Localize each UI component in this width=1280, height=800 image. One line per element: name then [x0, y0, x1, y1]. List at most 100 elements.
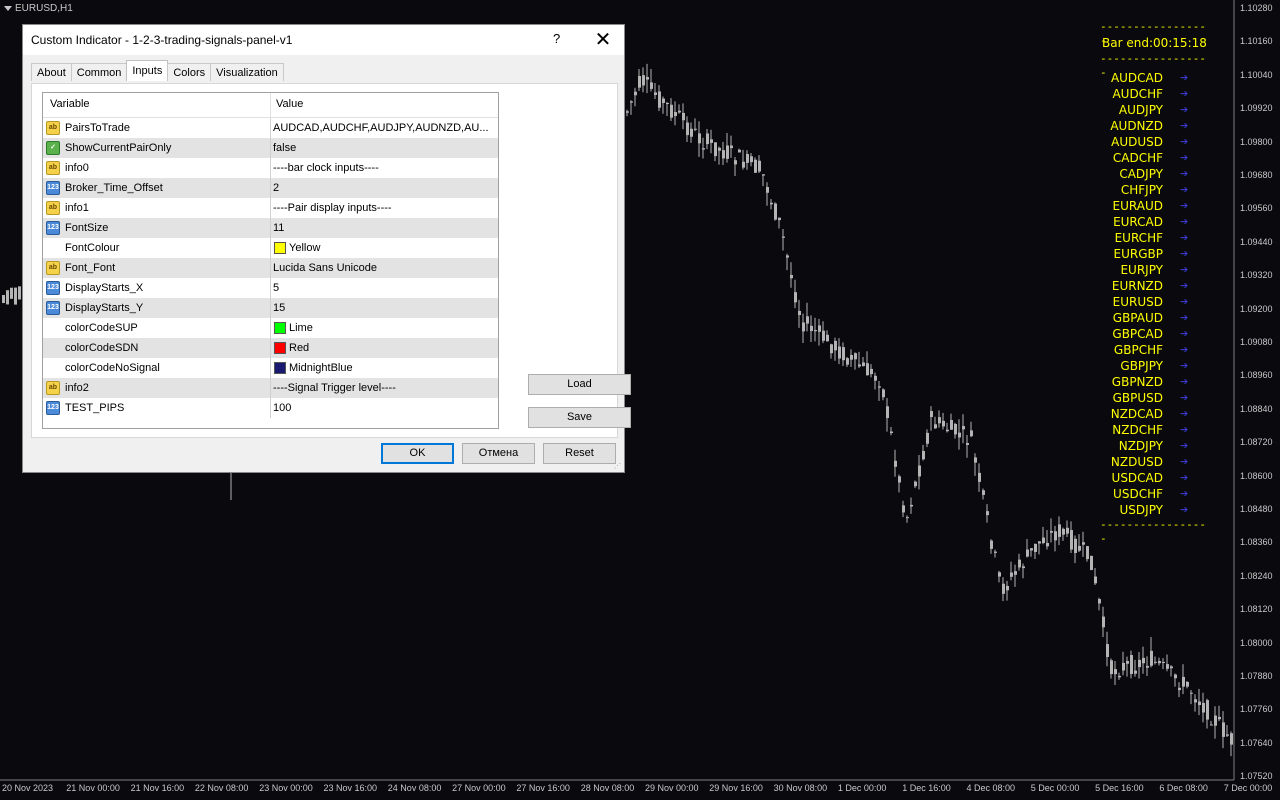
input-row-fontsize[interactable]: 123 FontSize 11: [43, 218, 498, 238]
signal-arrow-icon: ➔: [1180, 246, 1189, 262]
resize-grip-icon[interactable]: ⋰: [614, 462, 622, 470]
candle-body: [1206, 700, 1209, 720]
variable-value[interactable]: ----bar clock inputs----: [273, 162, 379, 174]
variable-value[interactable]: 100: [273, 402, 291, 414]
panel-separator-mid: -----------------: [1100, 52, 1206, 79]
input-row-displaystarts-x[interactable]: 123 DisplayStarts_X 5: [43, 278, 498, 298]
candle-body: [1166, 664, 1169, 669]
candle-body: [782, 236, 785, 238]
input-row-fontcolour[interactable]: FontColour Yellow: [43, 238, 498, 258]
signal-arrow-icon: ➔: [1180, 262, 1189, 278]
candle-body: [1154, 661, 1157, 663]
pair-name: GBPCAD: [1112, 327, 1163, 341]
time-tick-label: 1 Dec 00:00: [837, 783, 887, 793]
ok-button[interactable]: OK: [381, 443, 454, 464]
input-row-colorcodesup[interactable]: colorCodeSUP Lime: [43, 318, 498, 338]
inputs-tab-panel: Variable Value ab PairsToTrade AUDCAD,AUDC…: [31, 83, 631, 438]
candle-body: [810, 325, 813, 332]
tab-inputs[interactable]: Inputs: [126, 60, 169, 81]
tab-about[interactable]: About: [31, 63, 72, 81]
candle-body: [730, 145, 733, 149]
candle-body: [1074, 538, 1077, 553]
input-row-info2[interactable]: ab info2 ----Signal Trigger level----: [43, 378, 498, 398]
variable-value[interactable]: false: [273, 142, 296, 154]
variable-name: FontColour: [65, 242, 120, 254]
color-swatch[interactable]: [274, 322, 286, 334]
candle-body: [878, 386, 881, 388]
variable-value[interactable]: 5: [273, 282, 279, 294]
input-row-colorcodenosignal[interactable]: colorCodeNoSignal MidnightBlue: [43, 358, 498, 378]
candle-body: [894, 460, 897, 467]
variable-value[interactable]: Red: [289, 342, 309, 354]
pair-name: CADCHF: [1112, 151, 1163, 165]
dialog-title-bar[interactable]: Custom Indicator - 1-2-3-trading-signals…: [23, 25, 624, 55]
signal-arrow-icon: ➔: [1180, 406, 1189, 422]
variable-value[interactable]: ----Signal Trigger level----: [273, 382, 396, 394]
column-header-value[interactable]: Value: [276, 98, 303, 110]
candle-body: [1174, 674, 1177, 679]
candle-body: [986, 511, 989, 516]
pair-name: AUDCHF: [1112, 87, 1163, 101]
tab-colors[interactable]: Colors: [167, 63, 212, 81]
color-type-icon: [46, 241, 60, 255]
variable-value[interactable]: 2: [273, 182, 279, 194]
variable-value[interactable]: 15: [273, 302, 285, 314]
candle-body: [738, 149, 741, 153]
input-row-colorcodesdn[interactable]: colorCodeSDN Red: [43, 338, 498, 358]
pair-row: CADCHF ➔: [1100, 150, 1210, 166]
input-row-font-font[interactable]: ab Font_Font Lucida Sans Unicode: [43, 258, 498, 278]
input-row-pairstotrade[interactable]: ab PairsToTrade AUDCAD,AUDCHF,AUDJPY,AUDNZ…: [43, 118, 498, 138]
close-icon[interactable]: ✕: [593, 27, 613, 52]
input-row-info0[interactable]: ab info0 ----bar clock inputs----: [43, 158, 498, 178]
variable-value[interactable]: Lime: [289, 322, 313, 334]
input-row-test-pips[interactable]: 123 TEST_PIPS 100: [43, 398, 498, 418]
color-type-icon: [46, 321, 60, 335]
price-tick-label: 1.10280: [1240, 3, 1273, 13]
pair-row: EURNZD ➔: [1100, 278, 1210, 294]
tab-common[interactable]: Common: [70, 63, 128, 81]
variable-value[interactable]: ----Pair display inputs----: [273, 202, 392, 214]
candle-body: [1186, 681, 1189, 687]
input-row-showcurrentpaironly[interactable]: ✓ ShowCurrentPairOnly false: [43, 138, 498, 158]
candle-body: [702, 148, 705, 150]
header-divider[interactable]: [270, 93, 271, 117]
column-header-variable[interactable]: Variable: [50, 98, 90, 110]
column-divider: [270, 158, 271, 178]
tab-visualization[interactable]: Visualization: [210, 63, 284, 81]
variable-value[interactable]: Lucida Sans Unicode: [273, 262, 377, 274]
load-button[interactable]: Load: [528, 374, 631, 395]
variable-name: FontSize: [65, 222, 109, 234]
signal-arrow-icon: ➔: [1180, 502, 1189, 518]
candle-body: [1086, 546, 1089, 560]
signal-arrow-icon: ➔: [1180, 134, 1189, 150]
pair-name: EURCAD: [1113, 215, 1163, 229]
candle-body: [1026, 549, 1029, 557]
input-row-info1[interactable]: ab info1 ----Pair display inputs----: [43, 198, 498, 218]
variable-value[interactable]: MidnightBlue: [289, 362, 353, 374]
pair-name: AUDUSD: [1111, 135, 1163, 149]
pair-row: CHFJPY ➔: [1100, 182, 1210, 198]
help-button[interactable]: ?: [553, 31, 560, 46]
variable-value[interactable]: Yellow: [289, 242, 320, 254]
string-type-icon: ab: [46, 261, 60, 275]
price-tick-label: 1.09680: [1240, 170, 1273, 180]
reset-button[interactable]: Reset: [543, 443, 616, 464]
variable-value[interactable]: AUDCAD,AUDCHF,AUDJPY,AUDNZD,AU...: [273, 122, 489, 134]
color-swatch[interactable]: [274, 242, 286, 254]
price-tick-label: 1.08120: [1240, 604, 1273, 615]
variable-name: ShowCurrentPairOnly: [65, 142, 172, 154]
color-swatch[interactable]: [274, 362, 286, 374]
input-row-displaystarts-y[interactable]: 123 DisplayStarts_Y 15: [43, 298, 498, 318]
chart-menu-triangle-icon[interactable]: [4, 6, 12, 11]
cancel-button[interactable]: Отмена: [462, 443, 535, 464]
variable-value[interactable]: 11: [273, 222, 284, 234]
price-tick-label: 1.08960: [1240, 370, 1273, 381]
save-button[interactable]: Save: [528, 407, 631, 428]
input-row-broker-time-offset[interactable]: 123 Broker_Time_Offset 2: [43, 178, 498, 198]
signal-arrow-icon: ➔: [1180, 326, 1189, 342]
integer-type-icon: 123: [46, 401, 60, 415]
candle-body: [1130, 655, 1133, 674]
candle-body: [682, 112, 685, 121]
candle-body: [1138, 659, 1141, 668]
color-swatch[interactable]: [274, 342, 286, 354]
